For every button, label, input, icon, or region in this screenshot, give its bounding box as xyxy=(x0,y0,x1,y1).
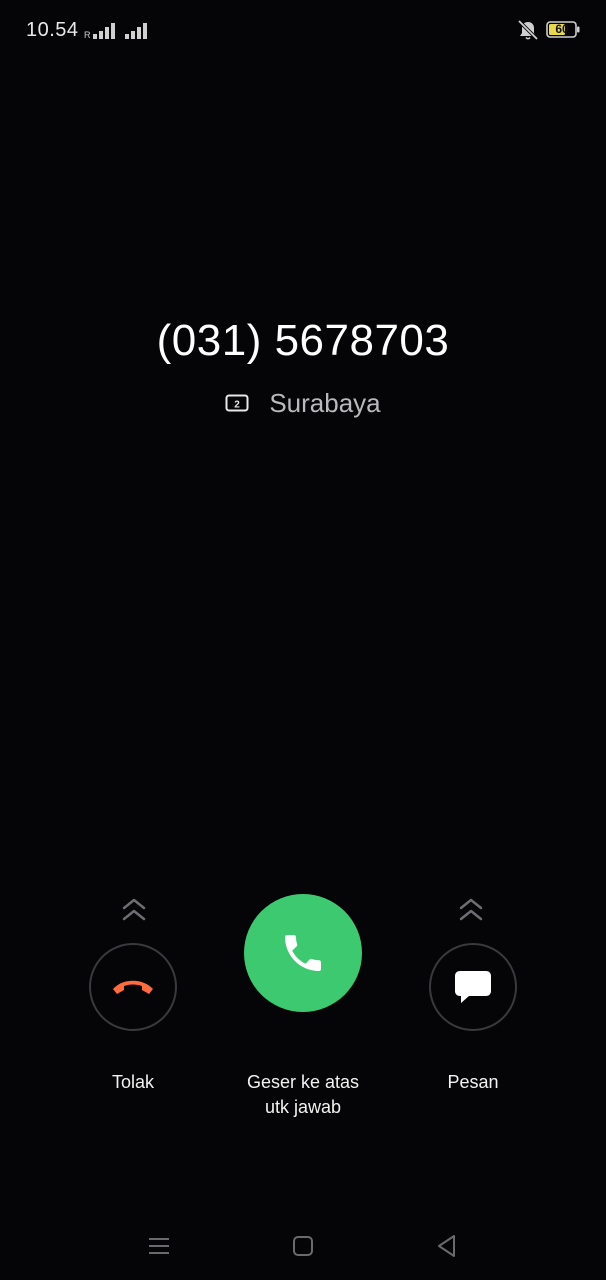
sim-2-icon: 2 xyxy=(225,394,249,412)
end-call-icon xyxy=(113,980,153,994)
menu-icon[interactable] xyxy=(145,1232,173,1260)
back-icon[interactable] xyxy=(433,1232,461,1260)
decline-button[interactable] xyxy=(89,943,177,1031)
phone-icon xyxy=(285,935,321,971)
answer-button[interactable] xyxy=(244,894,362,1012)
svg-text:2: 2 xyxy=(235,400,241,411)
answer-label: Geser ke atas utk jawab xyxy=(213,1070,393,1120)
message-label: Pesan xyxy=(447,1072,499,1092)
message-icon xyxy=(455,971,491,1003)
navigation-bar xyxy=(0,1210,606,1280)
caller-number: (031) 5678703 xyxy=(156,316,450,365)
swipe-up-hint-icon xyxy=(122,898,146,921)
status-time: 10.54 xyxy=(26,19,79,41)
signal-icon xyxy=(125,23,147,39)
answer-label-line-1: Geser ke atas xyxy=(246,1072,360,1092)
caller-details: 2 Surabaya xyxy=(0,386,606,420)
svg-text:R: R xyxy=(84,30,91,40)
swipe-up-hint-icon xyxy=(459,898,483,921)
status-bar: 10.54 R 60 xyxy=(0,0,606,62)
signal-roaming-icon: R xyxy=(84,23,115,40)
decline-label: Tolak xyxy=(111,1072,155,1092)
home-icon[interactable] xyxy=(289,1232,317,1260)
vibrate-off-icon xyxy=(517,19,539,41)
caller-location: Surabaya xyxy=(269,387,381,418)
battery-level: 60 xyxy=(555,22,569,36)
answer-label-line-2: utk jawab xyxy=(264,1097,342,1117)
message-button[interactable] xyxy=(429,943,517,1031)
